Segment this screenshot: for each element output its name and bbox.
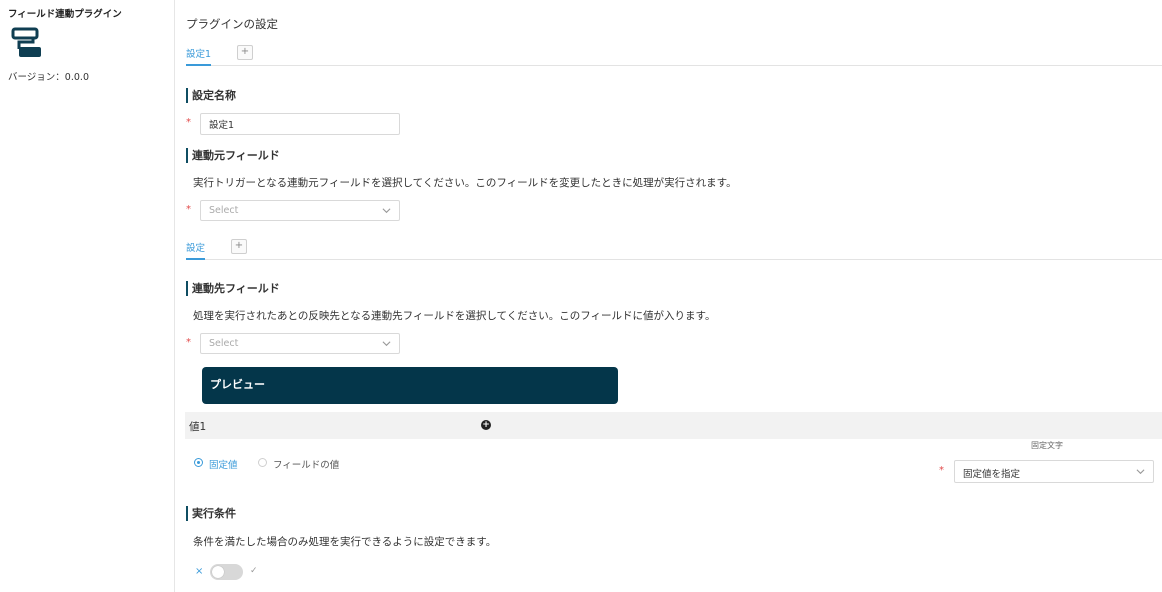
- select-placeholder: Select: [209, 338, 239, 349]
- chevron-down-icon: [1136, 469, 1145, 475]
- required-mark: *: [186, 117, 191, 128]
- radio-fixed-value[interactable]: [194, 458, 203, 467]
- radio-fixed-value-label[interactable]: 固定値: [209, 457, 238, 471]
- sub-tab-bar-divider: [186, 259, 1162, 260]
- radio-field-value-label[interactable]: フィールドの値: [273, 457, 339, 471]
- radio-field-value[interactable]: [258, 458, 267, 467]
- target-field-heading: 連動先フィールド: [186, 281, 280, 296]
- add-value-icon[interactable]: +: [481, 420, 491, 430]
- target-field-select[interactable]: Select: [200, 333, 400, 354]
- settings-panel: プラグインの設定 設定1 + 設定名称 * 連動元フィールド 実行トリガーとなる…: [175, 0, 1162, 592]
- add-sub-tab-button[interactable]: +: [231, 239, 247, 254]
- target-field-description: 処理を実行されたあとの反映先となる連動先フィールドを選択してください。このフィー…: [193, 310, 716, 322]
- add-tab-button[interactable]: +: [237, 45, 253, 60]
- value-row: 値1 +: [185, 412, 1162, 439]
- setting-name-input[interactable]: [200, 113, 400, 135]
- toggle-on-icon: ✓: [250, 566, 258, 576]
- condition-description: 条件を満たした場合のみ処理を実行できるように設定できます。: [193, 536, 497, 548]
- condition-heading: 実行条件: [186, 506, 236, 521]
- plugin-logo-icon: [11, 27, 41, 57]
- setting-name-heading: 設定名称: [186, 88, 236, 103]
- fixed-text-label: 固定文字: [1031, 441, 1063, 450]
- value-label: 値1: [189, 421, 207, 433]
- tab-active-indicator: [186, 64, 211, 66]
- chevron-down-icon: [382, 341, 391, 347]
- tab-bar-divider: [186, 65, 1162, 66]
- chevron-down-icon: [382, 208, 391, 214]
- required-mark: *: [186, 204, 191, 215]
- required-mark: *: [186, 337, 191, 348]
- tab-setting-1[interactable]: 設定1: [186, 46, 211, 60]
- select-placeholder: Select: [209, 205, 239, 216]
- source-field-select[interactable]: Select: [200, 200, 400, 221]
- required-mark: *: [939, 465, 944, 476]
- version-label: バージョン：0.0.0: [8, 72, 89, 83]
- sub-tab-active-indicator: [186, 258, 205, 260]
- sidebar: フィールド連動プラグイン バージョン：0.0.0: [0, 0, 175, 592]
- source-field-description: 実行トリガーとなる連動元フィールドを選択してください。このフィールドを変更したと…: [193, 177, 737, 189]
- condition-toggle[interactable]: [210, 564, 243, 580]
- fixed-text-select[interactable]: 固定値を指定: [954, 460, 1154, 483]
- fixed-text-value: 固定値を指定: [963, 469, 1021, 480]
- source-field-heading: 連動元フィールド: [186, 148, 280, 163]
- plugin-name: フィールド連動プラグイン: [8, 9, 122, 20]
- page-title: プラグインの設定: [186, 17, 278, 31]
- toggle-knob: [212, 566, 224, 578]
- toggle-off-icon: ×: [195, 566, 204, 577]
- tab-setting[interactable]: 設定: [186, 240, 205, 254]
- preview-panel: プレビュー: [202, 367, 618, 404]
